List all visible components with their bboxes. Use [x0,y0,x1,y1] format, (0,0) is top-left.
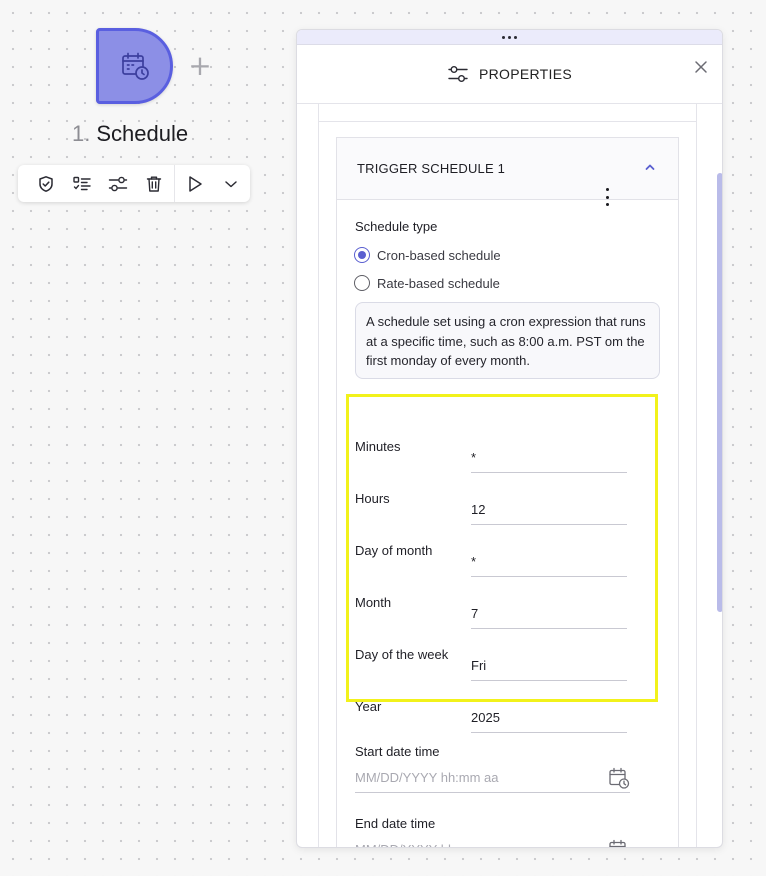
chevron-up-icon[interactable] [644,162,656,172]
run-button[interactable] [177,165,213,202]
end-date-input[interactable] [355,835,595,847]
sliders-icon [108,176,128,191]
start-date-label: Start date time [355,744,440,759]
hours-input[interactable] [471,488,627,525]
panel-scrollbar-thumb[interactable] [717,173,722,612]
schedule-description: A schedule set using a cron expression t… [355,302,660,379]
node-step-number: 1. [72,121,91,146]
settings-sliders-button[interactable] [100,165,136,202]
minutes-label: Minutes [355,439,401,454]
year-row: Year [355,696,627,736]
section-title: TRIGGER SCHEDULE 1 [357,161,506,176]
toolbar-divider [174,165,175,202]
trigger-schedule-header[interactable]: TRIGGER SCHEDULE 1 [337,138,678,200]
trigger-schedule-section: TRIGGER SCHEDULE 1 Schedule type Cron-ba… [336,137,679,848]
end-date-label: End date time [355,816,436,831]
delete-button[interactable] [136,165,172,202]
day-of-week-input[interactable] [471,644,627,681]
month-label: Month [355,595,392,610]
node-title: 1. Schedule [72,121,188,149]
sliders-icon [448,66,468,82]
node-toolbar [18,165,250,202]
year-label: Year [355,699,382,714]
schedule-type-label: Schedule type [355,219,438,234]
day-of-month-row: Day of month [355,540,627,580]
more-options-dropdown[interactable] [213,165,249,202]
chevron-down-icon [225,180,237,187]
start-date-field [355,763,630,793]
day-of-month-label: Day of month [355,543,433,558]
shield-check-button[interactable] [28,165,64,202]
minutes-row: Minutes [355,436,627,476]
close-icon[interactable] [693,59,709,75]
calendar-clock-icon [121,52,149,80]
day-of-week-label: Day of the week [355,647,449,662]
radio-cron-schedule[interactable]: Cron-based schedule [354,247,501,263]
trash-icon [146,176,162,192]
radio-button-selected[interactable] [354,247,370,263]
checklist-button[interactable] [64,165,100,202]
node-title-label: Schedule [96,121,189,146]
panel-title: PROPERTIES [479,66,572,82]
radio-button[interactable] [354,275,370,291]
divider [318,121,697,122]
start-date-input[interactable] [355,763,595,791]
radio-label: Rate-based schedule [377,275,500,291]
properties-panel: PROPERTIES TRIGGER SCHEDULE 1 Schedule t… [296,29,723,848]
checklist-icon [73,176,91,190]
schedule-node[interactable] [96,28,173,104]
month-input[interactable] [471,592,627,629]
minutes-input[interactable] [471,436,627,473]
month-row: Month [355,592,627,632]
play-icon [189,175,202,192]
add-node-button[interactable]: + [188,51,212,81]
panel-drag-handle[interactable] [297,30,722,45]
end-date-field [355,835,630,848]
radio-rate-schedule[interactable]: Rate-based schedule [354,275,500,291]
day-of-week-row: Day of the week [355,644,627,684]
day-of-month-input[interactable] [471,540,627,577]
kebab-menu-icon[interactable] [604,188,610,206]
calendar-clock-icon[interactable] [608,839,630,848]
radio-label: Cron-based schedule [377,247,501,263]
shield-check-icon [39,175,53,192]
hours-row: Hours [355,488,627,528]
year-input[interactable] [471,696,627,733]
calendar-clock-icon[interactable] [608,767,630,789]
hours-label: Hours [355,491,390,506]
panel-header: PROPERTIES [297,45,722,104]
